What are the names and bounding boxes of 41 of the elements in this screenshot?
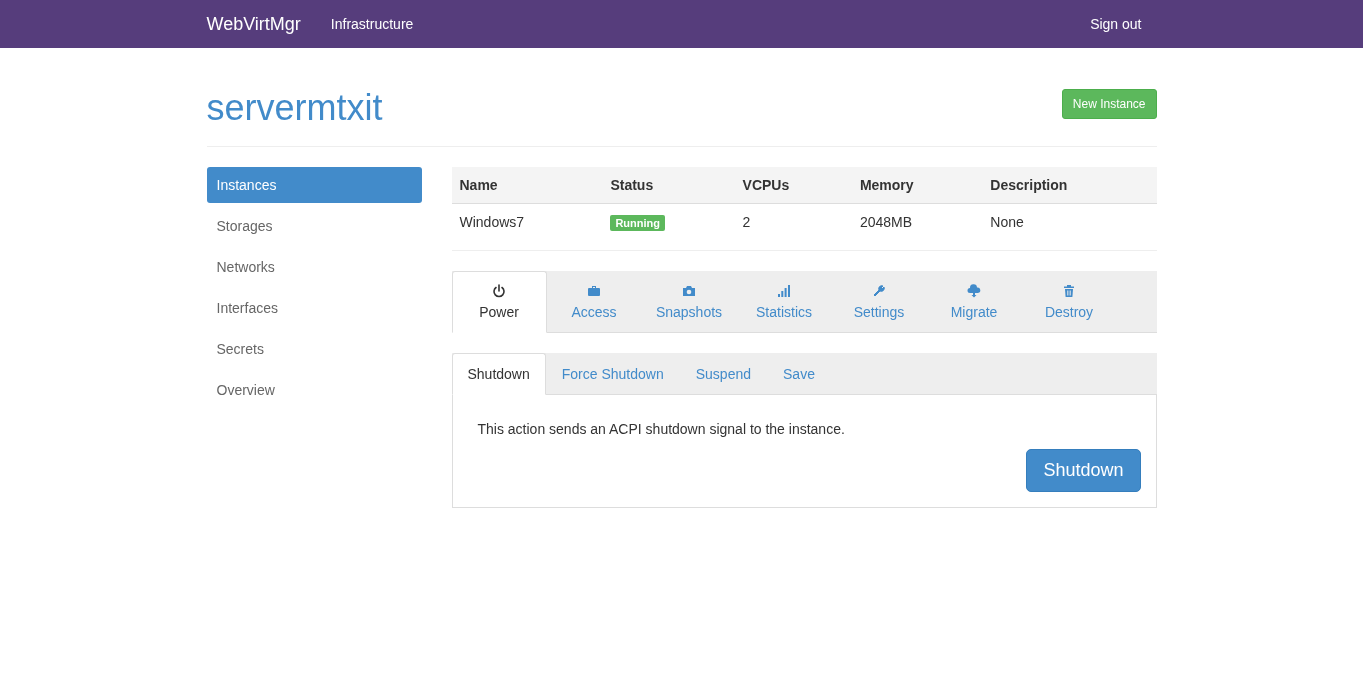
sign-out-link[interactable]: Sign out	[1090, 16, 1142, 32]
status-label: Running	[610, 215, 665, 231]
sidebar-item[interactable]: Networks	[206, 249, 422, 285]
sidebar-item[interactable]: Interfaces	[206, 290, 422, 326]
sidebar-item[interactable]: Secrets	[206, 331, 422, 367]
tab[interactable]: Statistics	[736, 271, 832, 333]
tab[interactable]: Settings	[831, 271, 927, 333]
wrench-icon	[872, 284, 886, 298]
table-cell: 2048MB	[851, 203, 983, 250]
tab[interactable]: Access	[546, 271, 642, 333]
tab[interactable]: Migrate	[926, 271, 1022, 333]
page-title: servermtxit	[206, 88, 383, 128]
column-header: VCPUs	[734, 167, 852, 204]
cloud-download-icon	[967, 284, 981, 298]
trash-icon	[1062, 284, 1076, 298]
table-cell: Windows7	[451, 203, 603, 250]
tab[interactable]: Save	[767, 353, 831, 395]
column-header: Memory	[851, 167, 983, 204]
sidebar-item[interactable]: Storages	[206, 208, 422, 244]
tab[interactable]: Force Shutdown	[545, 353, 680, 395]
table-cell: 2	[734, 203, 852, 250]
tab[interactable]: Shutdown	[451, 353, 546, 395]
column-header: Name	[451, 167, 603, 204]
new-instance-button[interactable]: New Instance	[1061, 89, 1157, 119]
power-icon	[492, 284, 506, 298]
nav-link[interactable]: Infrastructure	[330, 16, 414, 32]
brand-link[interactable]: WebVirtMgr	[206, 13, 301, 35]
tab[interactable]: Power	[451, 271, 547, 333]
column-header: Status	[602, 167, 735, 204]
description-text: This action sends an ACPI shutdown signal to the instance.	[477, 421, 846, 437]
column-header: Description	[982, 167, 1157, 204]
shutdown-button[interactable]: Shutdown	[1026, 449, 1141, 492]
signal-bars-icon	[777, 284, 791, 298]
tab[interactable]: Suspend	[679, 353, 767, 395]
table-cell: None	[982, 203, 1157, 250]
sidebar-item[interactable]: Overview	[206, 372, 422, 408]
tab[interactable]: Snapshots	[641, 271, 737, 333]
camera-icon	[682, 284, 696, 298]
sidebar-item[interactable]: Instances	[206, 167, 422, 203]
briefcase-icon	[587, 284, 601, 298]
tab[interactable]: Destroy	[1021, 271, 1117, 333]
